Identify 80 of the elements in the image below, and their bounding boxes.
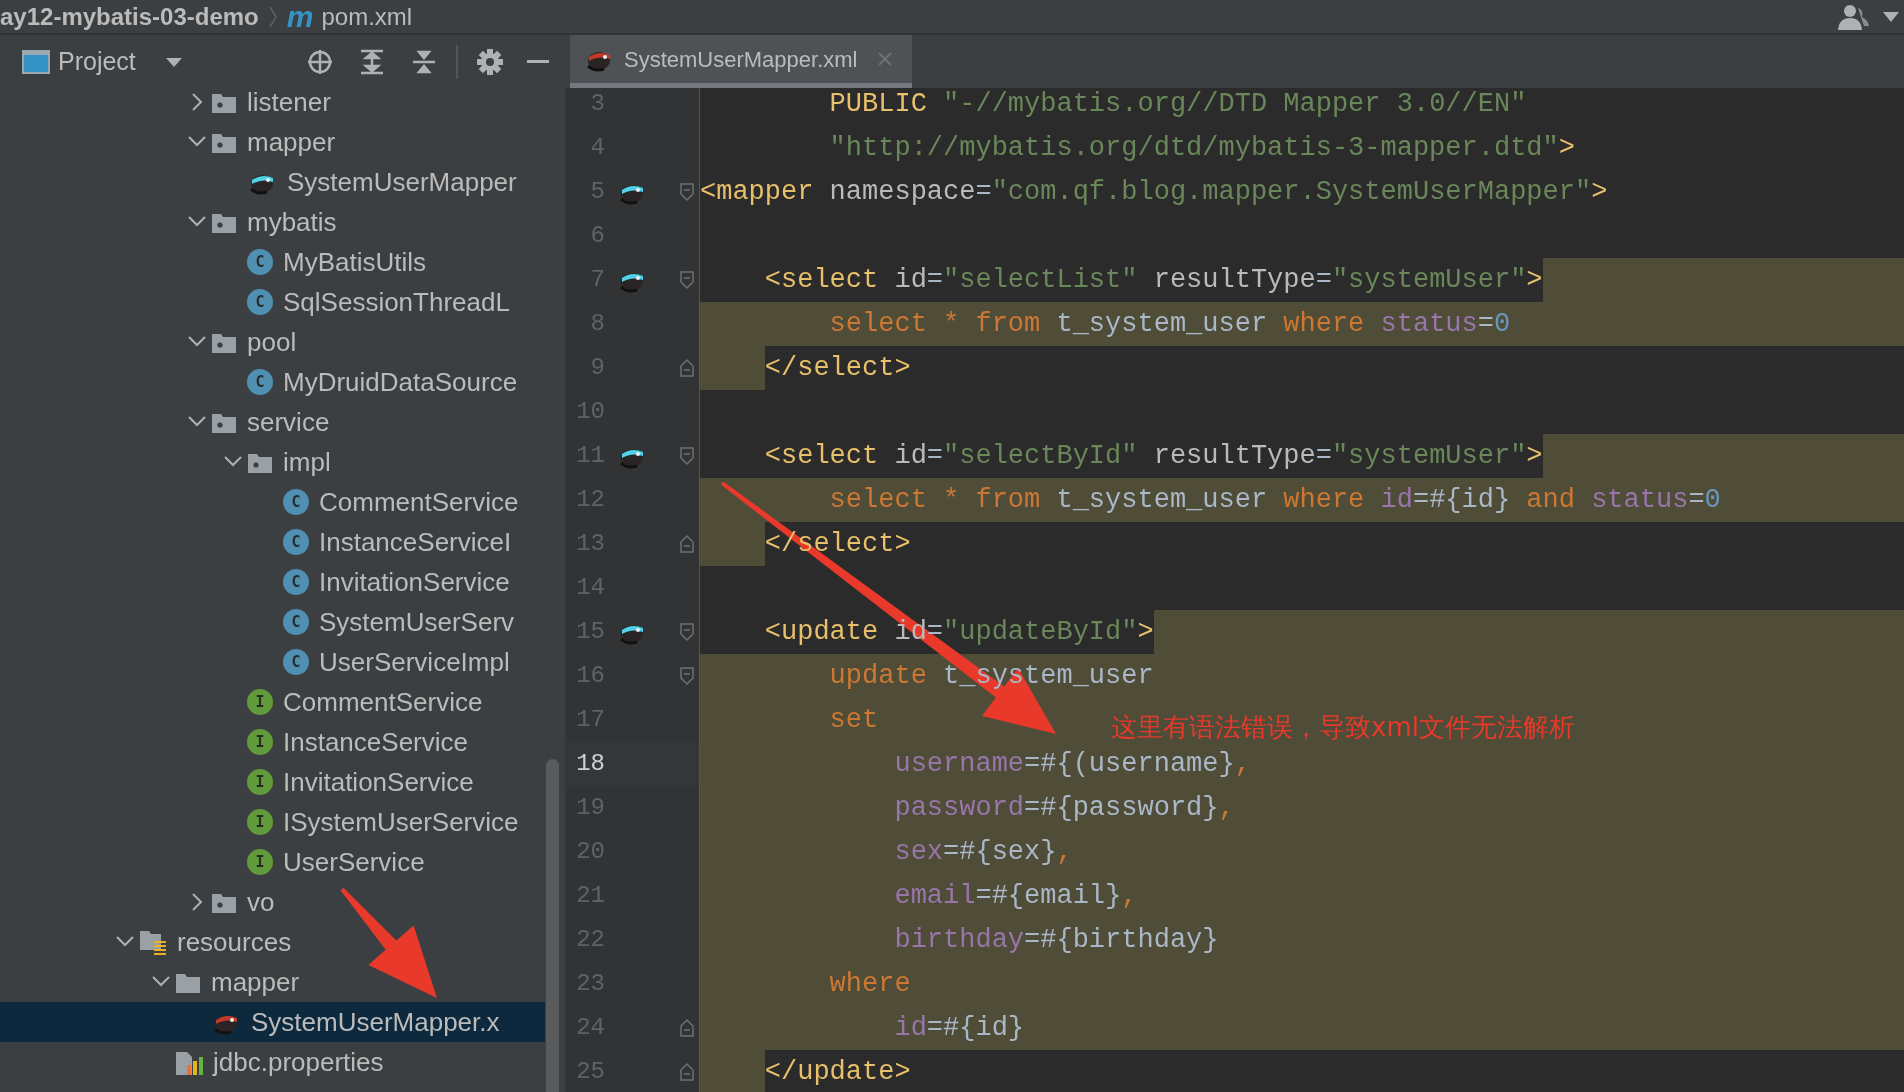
fold-marker-icon[interactable]	[679, 666, 695, 686]
class-icon: C	[283, 569, 309, 595]
class-icon: C	[283, 649, 309, 675]
tree-item[interactable]: SystemUserMapper	[0, 162, 545, 202]
class-icon: C	[247, 369, 273, 395]
locate-icon[interactable]	[305, 47, 334, 76]
code-line: </update>	[763, 1057, 911, 1087]
class-icon: C	[247, 249, 273, 275]
scrollbar[interactable]	[546, 759, 559, 1092]
tree-item[interactable]: C MyBatisUtils	[0, 242, 545, 282]
breadcrumb-file[interactable]: pom.xml	[321, 0, 413, 35]
tree-item[interactable]: SystemUserMapper.x	[0, 1002, 545, 1042]
code-line: <mapper namespace="com.qf.blog.mapper.SystemUserMapper">	[700, 177, 1608, 207]
fold-marker-icon[interactable]	[679, 1018, 695, 1038]
tree-item[interactable]: jdbc.properties	[0, 1042, 545, 1082]
file-tab[interactable]: SystemUserMapper.xml	[570, 35, 912, 88]
code-line: username=#{(username},	[893, 749, 1251, 779]
code-line: </select>	[763, 353, 911, 383]
code-line: where	[828, 969, 911, 999]
code-line: password=#{password},	[893, 793, 1235, 823]
code-line: PUBLIC "-//mybatis.org//DTD Mapper 3.0//EN"	[828, 89, 1527, 119]
code-line: select * from t_system_user where id=#{id} and status=0	[828, 485, 1721, 515]
tree-item[interactable]: C SqlSessionThreadL	[0, 282, 545, 322]
fold-marker-icon[interactable]	[679, 182, 695, 202]
tree-item[interactable]: pool	[0, 322, 545, 362]
tree-item[interactable]: mybatis	[0, 202, 545, 242]
tree-item[interactable]: I UserService	[0, 842, 545, 882]
settings-icon[interactable]	[475, 47, 504, 76]
tree-item[interactable]: C InstanceServiceI	[0, 522, 545, 562]
tree-item[interactable]: C UserServiceImpl	[0, 642, 545, 682]
fold-marker-icon[interactable]	[679, 534, 695, 554]
tree-item[interactable]: C InvitationService	[0, 562, 545, 602]
tree-item[interactable]: C SystemUserServ	[0, 602, 545, 642]
fold-marker-icon[interactable]	[679, 1062, 695, 1082]
line-number: 18	[575, 749, 605, 779]
code-line: birthday=#{birthday}	[893, 925, 1219, 955]
interface-icon: I	[247, 729, 273, 755]
fold-marker-icon[interactable]	[679, 622, 695, 642]
tree-item[interactable]: mapper	[0, 962, 545, 1002]
user-icon[interactable]	[1836, 3, 1872, 30]
tree-item[interactable]: listener	[0, 88, 545, 122]
interface-icon: I	[247, 689, 273, 715]
caret-down-icon[interactable]	[1882, 10, 1900, 23]
class-icon: C	[283, 489, 309, 515]
fold-marker-icon[interactable]	[679, 446, 695, 466]
fold-marker-icon[interactable]	[679, 270, 695, 290]
maven-icon: m	[286, 1, 314, 32]
chevron-separator-icon	[266, 4, 279, 29]
tree-item[interactable]: mapper	[0, 122, 545, 162]
tree-item[interactable]: vo	[0, 882, 545, 922]
tree-item[interactable]: impl	[0, 442, 545, 482]
caret-down-icon[interactable]	[163, 55, 184, 68]
resources-folder-icon	[139, 928, 167, 956]
tree-item[interactable]: resources	[0, 922, 545, 962]
code-line: <select id="selectList" resultType="systemUser">	[763, 265, 1543, 295]
tool-window-title[interactable]: Project	[58, 42, 136, 81]
interface-icon: I	[247, 809, 273, 835]
code-line: id=#{id}	[893, 1013, 1025, 1043]
tree-item[interactable]: I ISystemUserService	[0, 802, 545, 842]
class-icon: C	[283, 529, 309, 555]
code-line: set	[828, 705, 879, 735]
tree-item[interactable]: I InvitationService	[0, 762, 545, 802]
code-line: select * from t_system_user where status=0	[828, 309, 1511, 339]
tree-item[interactable]: I InstanceService	[0, 722, 545, 762]
tree-item[interactable]: C MyDruidDataSource	[0, 362, 545, 402]
project-window-icon	[22, 49, 50, 74]
class-icon: C	[247, 289, 273, 315]
breadcrumb-project[interactable]: ay12-mybatis-03-demo	[0, 0, 259, 35]
tree-item[interactable]: C CommentService	[0, 482, 545, 522]
class-icon: C	[283, 609, 309, 635]
code-line: "http://mybatis.org/dtd/mybatis-3-mapper.dtd">	[828, 133, 1575, 163]
tree-item[interactable]: service	[0, 402, 545, 442]
interface-icon: I	[247, 769, 273, 795]
tree-item[interactable]: I CommentService	[0, 682, 545, 722]
code-line: <select id="selectById" resultType="systemUser">	[763, 441, 1543, 471]
code-line: email=#{email},	[893, 881, 1138, 911]
fold-marker-icon[interactable]	[679, 358, 695, 378]
annotation-text: 这里有语法错误，导致xml文件无法解析	[1111, 711, 1575, 744]
interface-icon: I	[247, 849, 273, 875]
code-line: sex=#{sex},	[893, 837, 1073, 867]
